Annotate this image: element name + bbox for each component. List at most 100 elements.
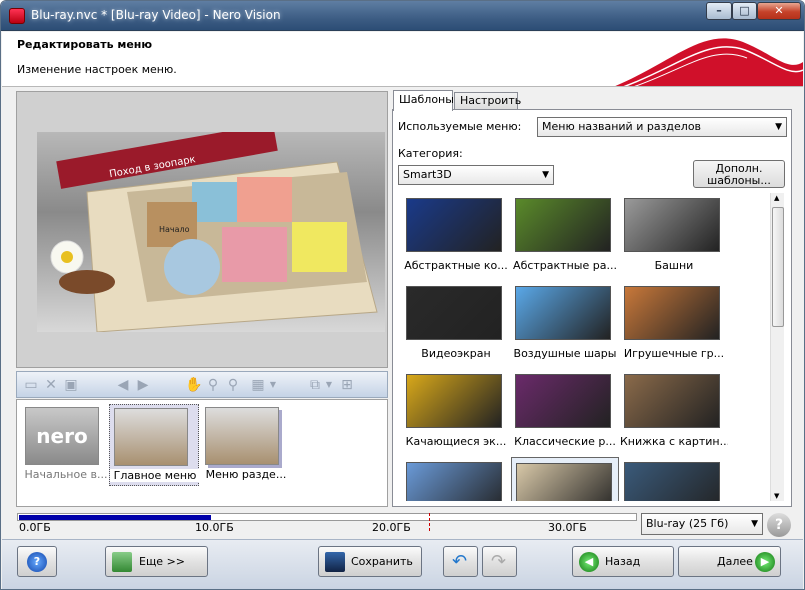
capacity-track [17, 513, 637, 521]
list-item[interactable]: nero Начальное в... [21, 404, 111, 486]
used-menus-value: Меню названий и разделов [542, 120, 702, 133]
window-title: Blu-ray.nvc * [Blu-ray Video] - Nero Vis… [31, 8, 281, 22]
disc-type-value: Blu-ray (25 Гб) [646, 517, 729, 530]
category-value: Smart3D [403, 168, 452, 181]
template-thumbnail [406, 198, 502, 252]
category-label: Категория: [398, 147, 463, 160]
save-label: Сохранить [351, 555, 413, 568]
nero-swoosh-logo-icon [615, 38, 803, 86]
template-item[interactable] [620, 457, 728, 501]
template-thumbnail [516, 463, 612, 501]
undo-button[interactable]: ↶ [443, 546, 478, 577]
zoom-out-icon[interactable]: ⚲ [225, 377, 241, 393]
scroll-thumb[interactable] [772, 207, 784, 327]
save-disk-icon [325, 552, 345, 572]
more-label: Еще >> [139, 555, 186, 568]
menu-preview[interactable]: Поход в зоопарк Начало [16, 91, 388, 368]
template-thumbnail [624, 462, 720, 501]
thumbnail-image [205, 407, 279, 465]
chevron-down-icon[interactable]: ▼ [321, 377, 337, 393]
template-label: Видеоэкран [421, 347, 491, 360]
template-thumbnail [515, 374, 611, 428]
capacity-tick: 20.0ГБ [372, 521, 411, 534]
templates-panel: Используемые меню: Меню названий и разде… [392, 109, 792, 507]
hand-pan-icon[interactable]: ✋ [185, 377, 202, 393]
template-item[interactable]: Видеоэкран [402, 281, 510, 369]
help-button[interactable]: ? [17, 546, 57, 577]
template-item[interactable] [511, 457, 619, 501]
thumbnail-label: Меню разде... [205, 468, 287, 481]
template-item[interactable] [402, 457, 510, 501]
template-label: Игрушечные гр... [623, 347, 725, 360]
tab-templates[interactable]: Шаблоны [393, 90, 454, 111]
template-thumbnail [624, 374, 720, 428]
template-thumbnail [515, 198, 611, 252]
used-menus-select[interactable]: Меню названий и разделов ▼ [537, 117, 787, 137]
template-grid: Абстрактные ко... Абстрактные ра... Башни В… [402, 193, 772, 501]
capacity-limit-marker [429, 513, 430, 531]
preview-toolbar: ▭ ✕ ▣ ◀ ▶ ✋ ⚲ ⚲ ▦ ▼ ⧉ ▼ ⊞ [16, 371, 388, 398]
maximize-button[interactable]: □ [732, 2, 757, 20]
template-label: Абстрактные ко... [404, 259, 508, 272]
disc-type-select[interactable]: Blu-ray (25 Гб) ▼ [641, 513, 763, 535]
template-label: Качающиеся эк... [405, 435, 507, 448]
template-item[interactable]: Воздушные шары [511, 281, 619, 369]
capacity-tick: 30.0ГБ [548, 521, 587, 534]
zoom-in-icon[interactable]: ⚲ [205, 377, 221, 393]
nero-app-icon [9, 8, 25, 24]
app-window: Blu-ray.nvc * [Blu-ray Video] - Nero Vis… [0, 0, 805, 590]
minimize-button[interactable]: – [706, 2, 732, 20]
template-thumbnail [515, 286, 611, 340]
page-title: Редактировать меню [17, 38, 153, 51]
list-item[interactable]: Главное меню [109, 404, 200, 486]
help-icon[interactable]: ? [767, 513, 791, 537]
used-menus-label: Используемые меню: [398, 120, 522, 133]
title-bar[interactable]: Blu-ray.nvc * [Blu-ray Video] - Nero Vis… [1, 1, 804, 31]
category-select[interactable]: Smart3D ▼ [398, 165, 554, 185]
scroll-up-icon[interactable]: ▲ [774, 194, 779, 202]
chevron-down-icon: ▼ [775, 122, 782, 132]
capacity-tick: 0.0ГБ [19, 521, 51, 534]
chevron-down-icon[interactable]: ▼ [265, 377, 281, 393]
template-thumbnail [624, 286, 720, 340]
page-header: Редактировать меню Изменение настроек ме… [2, 32, 803, 87]
save-button[interactable]: Сохранить [318, 546, 422, 577]
prev-circle-icon[interactable]: ◀ [115, 377, 131, 393]
chevron-down-icon: ▼ [751, 519, 758, 529]
template-label: Башни [654, 259, 694, 272]
menu-thumbnail-list: nero Начальное в... Главное меню Меню ра… [16, 399, 388, 507]
back-button[interactable]: ◀ Назад [572, 546, 674, 577]
save-disk-icon[interactable]: ▣ [63, 377, 79, 393]
next-label: Далее [717, 555, 753, 568]
more-templates-button[interactable]: Дополн. шаблоны... [693, 160, 785, 188]
template-item[interactable]: Игрушечные гр... [620, 281, 728, 369]
scroll-down-icon[interactable]: ▼ [774, 492, 779, 500]
thumbnail-label: Начальное в... [24, 468, 108, 481]
close-button[interactable]: ✕ [757, 2, 801, 20]
new-page-icon[interactable]: ▭ [23, 377, 39, 393]
redo-button[interactable]: ↷ [482, 546, 517, 577]
next-button[interactable]: Далее ▶ [678, 546, 781, 577]
template-item[interactable]: Качающиеся эк... [402, 369, 510, 457]
template-label: Воздушные шары [513, 347, 617, 360]
delete-icon[interactable]: ✕ [43, 377, 59, 393]
help-icon: ? [27, 552, 47, 572]
more-button[interactable]: Еще >> [105, 546, 208, 577]
template-item[interactable]: Классические р... [511, 369, 619, 457]
template-item[interactable]: Башни [620, 193, 728, 281]
safe-area-icon[interactable]: ⊞ [339, 377, 355, 393]
template-label: Абстрактные ра... [513, 259, 617, 272]
template-item[interactable]: Книжка с картин... [620, 369, 728, 457]
template-item[interactable]: Абстрактные ко... [402, 193, 510, 281]
chevron-down-icon: ▼ [542, 170, 549, 180]
capacity-tick: 10.0ГБ [195, 521, 234, 534]
template-thumbnail [406, 374, 502, 428]
list-item[interactable]: Меню разде... [201, 404, 291, 486]
grid-view-icon[interactable]: ▦ [250, 377, 266, 393]
next-circle-icon[interactable]: ▶ [135, 377, 151, 393]
template-item[interactable]: Абстрактные ра... [511, 193, 619, 281]
tab-customize[interactable]: Настроить [454, 92, 521, 110]
preview-image: Поход в зоопарк Начало [37, 123, 385, 333]
back-label: Назад [605, 555, 641, 568]
template-scrollbar[interactable]: ▲ ▼ [770, 193, 784, 501]
